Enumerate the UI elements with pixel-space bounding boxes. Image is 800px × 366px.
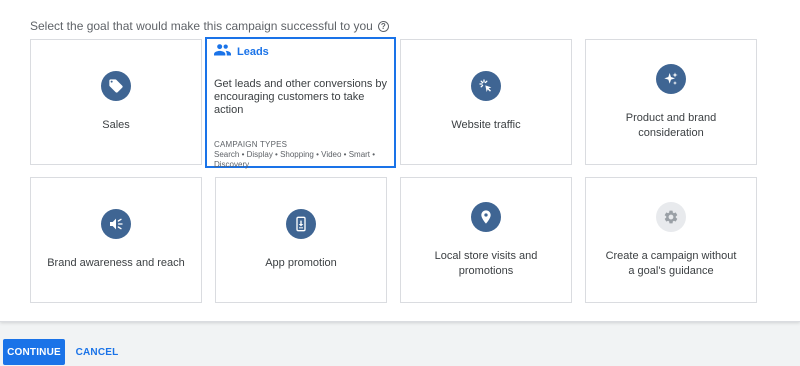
campaign-types-list: Search • Display • Shopping • Video • Sm… <box>214 150 376 169</box>
goal-tile-product-brand-consideration[interactable]: Product and brand consideration <box>585 39 757 165</box>
goal-tile-no-guidance[interactable]: Create a campaign without a goal's guida… <box>585 177 757 303</box>
goal-label: Sales <box>102 119 130 131</box>
phone-download-icon <box>286 209 316 239</box>
people-icon <box>214 43 231 61</box>
goal-label: Brand awareness and reach <box>47 257 185 269</box>
goal-prompt-text: Select the goal that would make this cam… <box>30 19 373 33</box>
goal-tile-local-store-visits[interactable]: Local store visits and promotions <box>400 177 572 303</box>
goal-tile-leads[interactable]: Leads Get leads and other conversions by… <box>205 37 396 169</box>
goal-prompt: Select the goal that would make this cam… <box>30 19 389 33</box>
cancel-button[interactable]: CANCEL <box>70 339 124 365</box>
goal-label: Create a campaign without a goal's guida… <box>605 249 737 277</box>
goal-selection-panel: Select the goal that would make this cam… <box>0 0 800 322</box>
location-pin-icon <box>471 201 501 232</box>
tag-icon <box>101 71 131 101</box>
goal-tile-sales[interactable]: Sales <box>30 39 202 165</box>
goal-tile-app-promotion[interactable]: App promotion <box>215 177 387 303</box>
goal-label: Local store visits and promotions <box>434 249 538 277</box>
help-icon[interactable]: ? <box>377 20 389 32</box>
megaphone-icon <box>101 209 131 239</box>
goal-tile-website-traffic[interactable]: Website traffic <box>400 39 572 165</box>
campaign-types-heading: CAMPAIGN TYPES <box>214 140 288 149</box>
goal-label: App promotion <box>265 257 337 269</box>
goal-label: Product and brand consideration <box>625 111 717 139</box>
goal-tile-brand-awareness[interactable]: Brand awareness and reach <box>30 177 202 303</box>
goal-label: Website traffic <box>451 119 521 131</box>
cursor-click-icon <box>471 71 501 101</box>
gear-icon <box>656 201 686 232</box>
goal-title: Leads <box>237 46 269 58</box>
sparkle-icon <box>656 63 686 94</box>
goal-description: Get leads and other conversions by encou… <box>214 78 388 116</box>
continue-button[interactable]: CONTINUE <box>3 339 65 365</box>
